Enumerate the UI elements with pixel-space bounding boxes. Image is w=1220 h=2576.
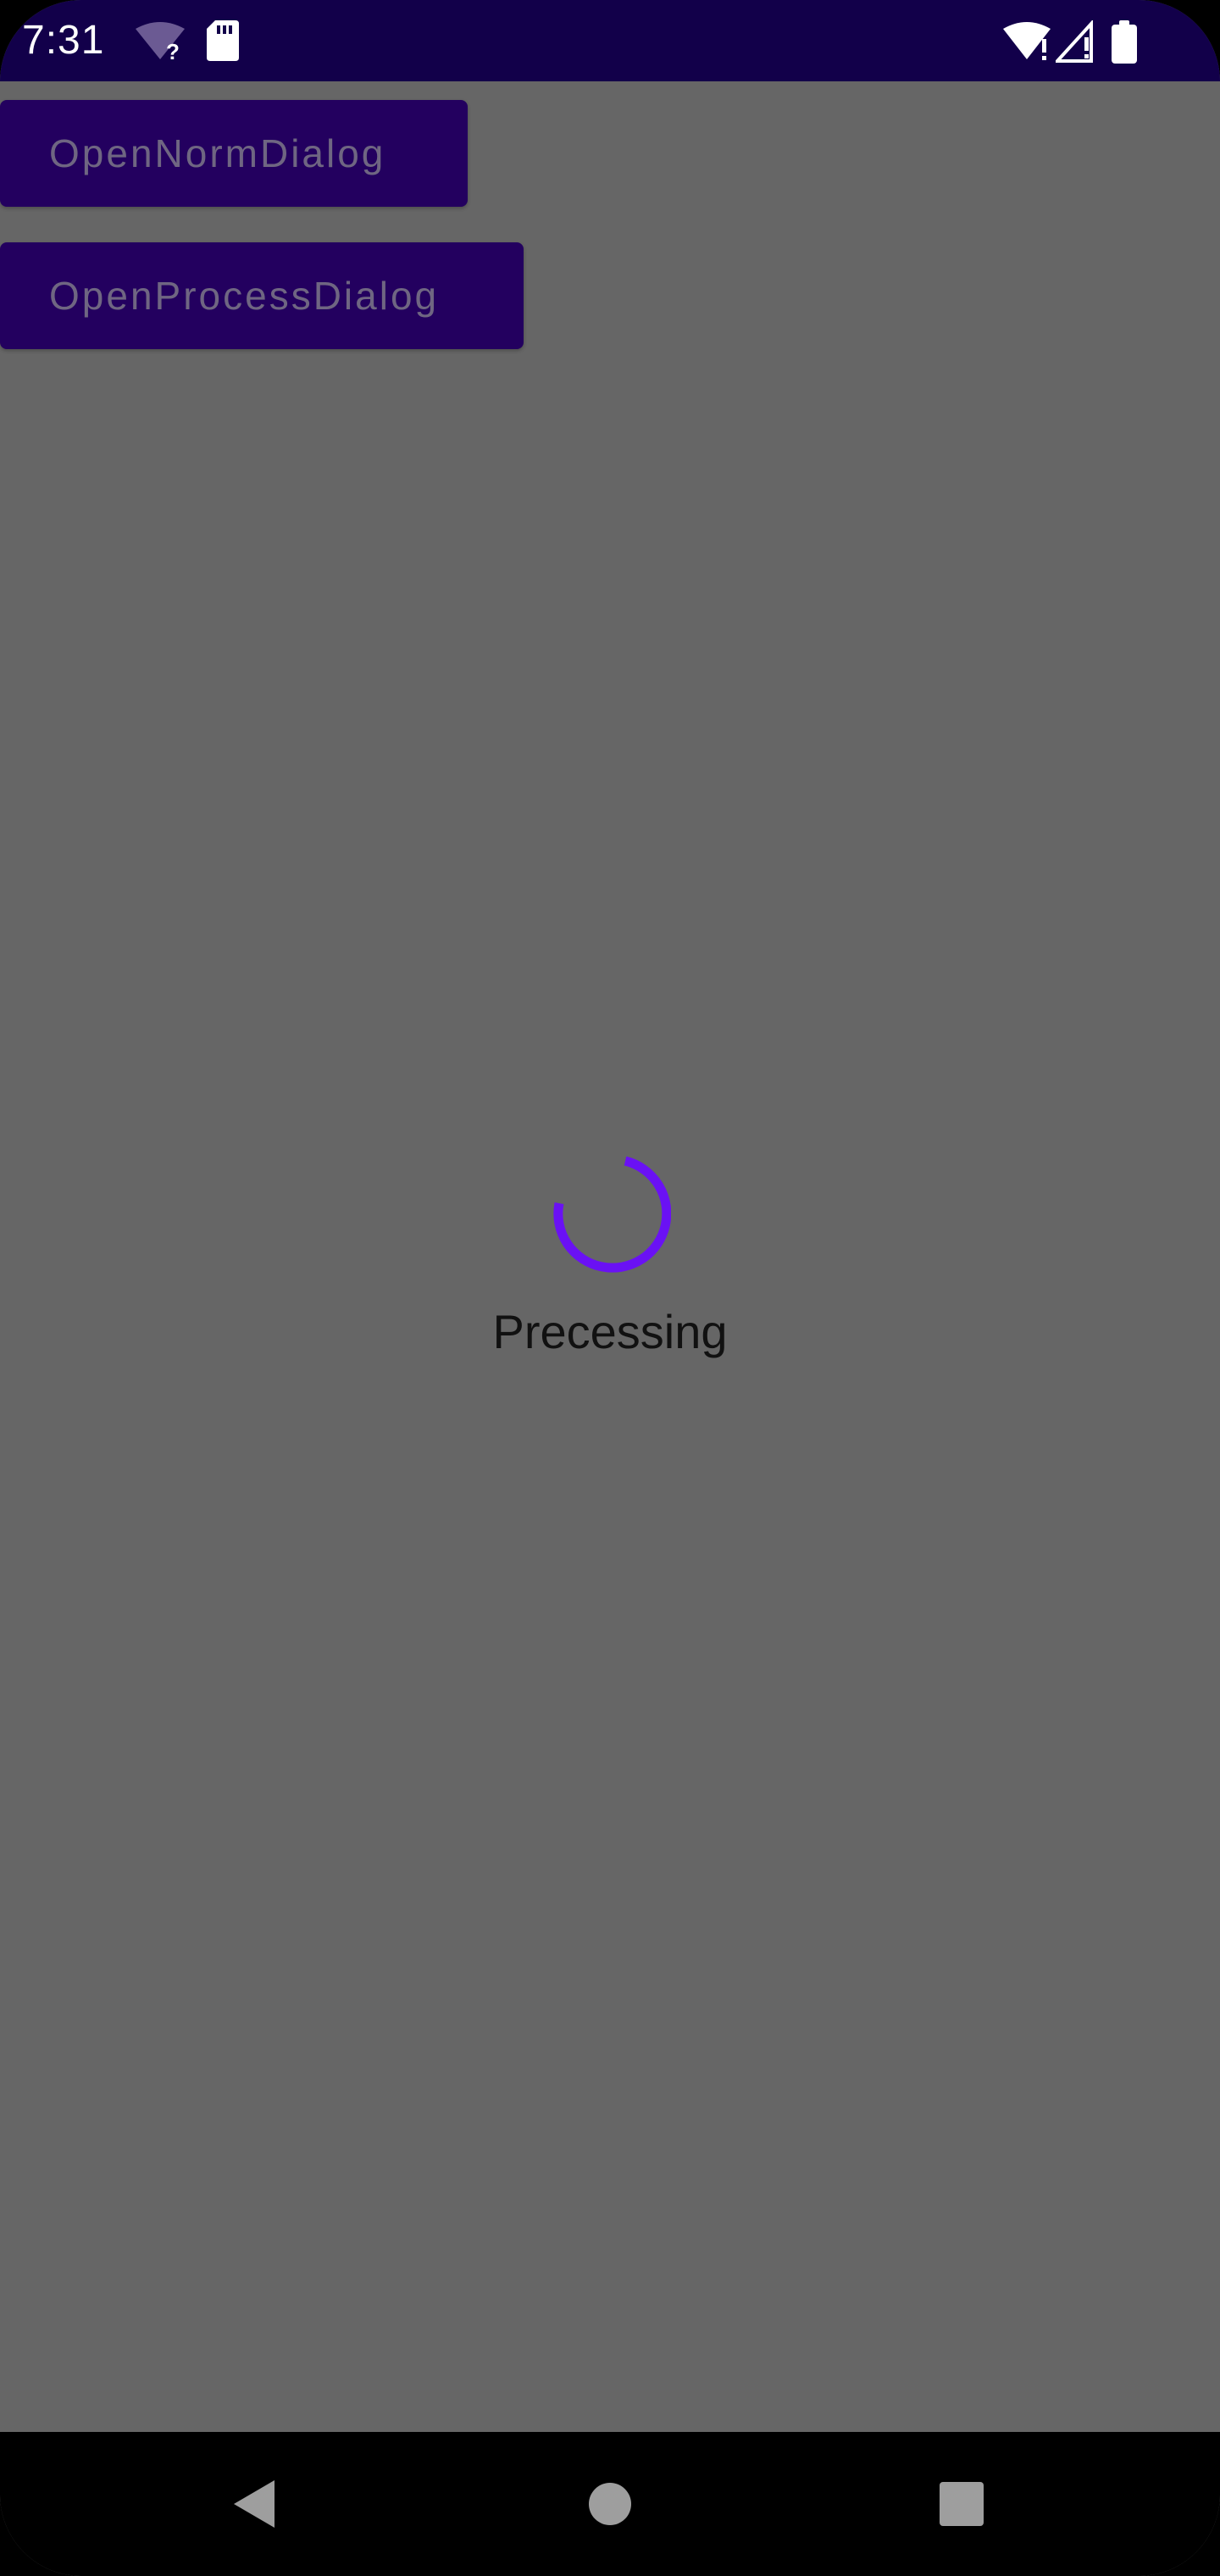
battery-icon xyxy=(1112,20,1137,64)
status-bar: 7:31 ? xyxy=(0,0,1220,81)
recents-icon xyxy=(940,2482,984,2526)
status-time: 7:31 xyxy=(22,18,105,63)
sd-card-icon xyxy=(207,20,239,64)
circular-progress-icon xyxy=(549,1152,672,1274)
recents-button[interactable] xyxy=(877,2432,1046,2576)
open-norm-dialog-button[interactable]: OpenNormDialog xyxy=(0,100,468,207)
device-screen: 7:31 ? OpenNormDialog OpenProcessDialog … xyxy=(0,0,1220,2576)
open-process-dialog-button[interactable]: OpenProcessDialog xyxy=(0,242,524,349)
wifi-alert-icon xyxy=(1003,20,1056,64)
wifi-unknown-icon: ? xyxy=(134,20,186,64)
back-icon xyxy=(234,2480,274,2528)
signal-alert-icon xyxy=(1056,20,1098,64)
home-icon xyxy=(589,2483,631,2525)
progress-message: Precessing xyxy=(492,1305,728,1358)
navigation-bar xyxy=(0,2432,1220,2576)
back-button[interactable] xyxy=(169,2432,339,2576)
svg-text:?: ? xyxy=(166,39,180,64)
home-button[interactable] xyxy=(525,2432,695,2576)
